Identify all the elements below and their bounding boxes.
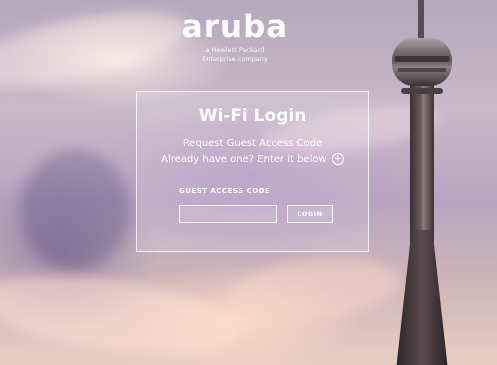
- logo-tagline-1: a Hewlett Packard: [205, 46, 265, 54]
- enter-code-prompt[interactable]: Already have one? Enter it below +: [137, 153, 368, 165]
- logo-text: aruba: [181, 9, 289, 45]
- plus-circle-icon[interactable]: +: [331, 153, 344, 165]
- logo-tagline-2: Enterprise company: [202, 55, 268, 63]
- guest-code-input[interactable]: [179, 205, 277, 223]
- login-button[interactable]: LOGIN: [287, 205, 333, 223]
- tower-antenna: [418, 0, 424, 40]
- page-title: Wi-Fi Login: [198, 106, 307, 126]
- tower-ring: [401, 88, 443, 94]
- request-code-link[interactable]: Request Guest Access Code: [137, 138, 368, 149]
- aruba-logo: aruba a Hewlett Packard Enterprise compa…: [160, 8, 310, 64]
- tower-pod-band: [395, 56, 449, 62]
- tower-pod-band: [398, 68, 446, 72]
- tower-pod: [392, 38, 452, 86]
- enter-code-text: Already have one? Enter it below: [161, 154, 327, 165]
- tower-base: [396, 230, 448, 365]
- login-panel: Wi-Fi Login Request Guest Access Code Al…: [136, 91, 369, 252]
- guest-code-label: GUEST ACCESS CODE: [179, 187, 271, 195]
